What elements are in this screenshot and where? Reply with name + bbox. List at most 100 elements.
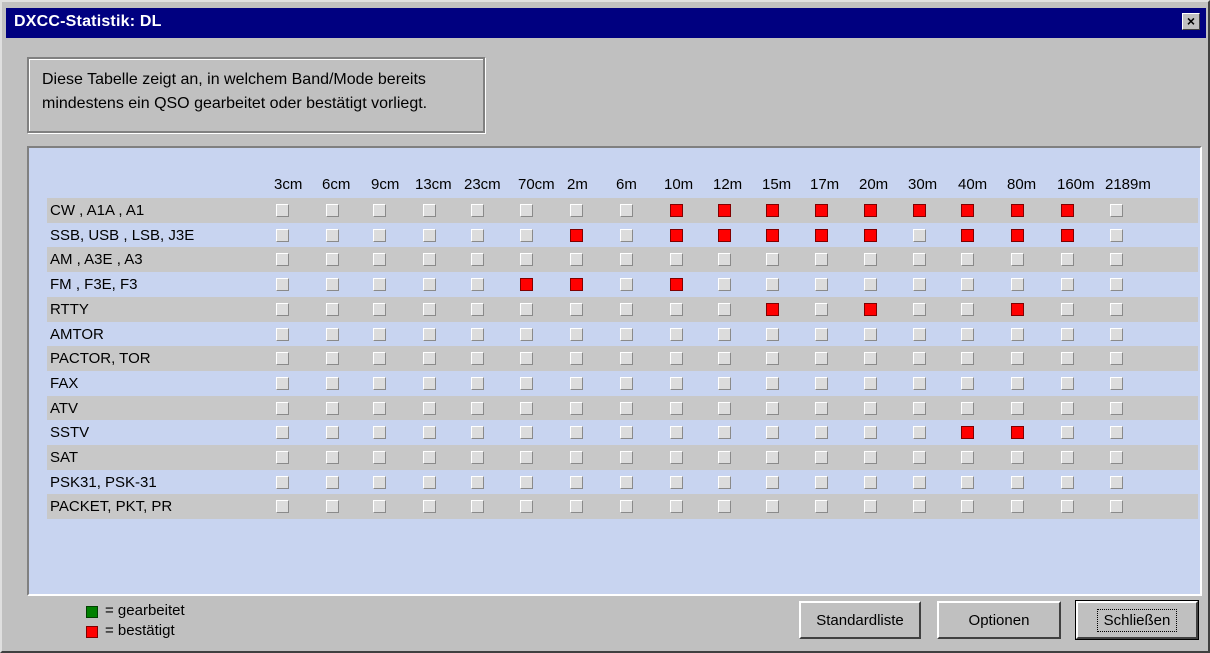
status-cell-23cm[interactable]	[471, 451, 484, 464]
status-cell-12m[interactable]	[718, 500, 731, 514]
status-cell-10m[interactable]	[670, 302, 683, 316]
status-cell-160m[interactable]	[1061, 451, 1074, 464]
status-cell-6m[interactable]	[620, 327, 633, 341]
status-cell-2189m[interactable]	[1110, 278, 1123, 292]
status-cell-13cm[interactable]	[423, 475, 436, 489]
status-cell-12m[interactable]	[718, 352, 731, 366]
status-cell-12m[interactable]	[718, 302, 731, 316]
status-cell-10m[interactable]	[670, 278, 683, 292]
status-cell-10m[interactable]	[670, 500, 683, 514]
status-cell-30m[interactable]	[913, 228, 926, 242]
status-cell-70cm[interactable]	[520, 302, 533, 316]
status-cell-30m[interactable]	[913, 475, 926, 489]
status-cell-15m[interactable]	[766, 204, 779, 217]
status-cell-20m[interactable]	[864, 253, 877, 267]
status-cell-80m[interactable]	[1011, 302, 1024, 316]
status-cell-70cm[interactable]	[520, 475, 533, 489]
status-cell-9cm[interactable]	[373, 327, 386, 341]
status-cell-6m[interactable]	[620, 475, 633, 489]
status-cell-9cm[interactable]	[373, 302, 386, 316]
status-cell-40m[interactable]	[961, 204, 974, 217]
status-cell-17m[interactable]	[815, 278, 828, 292]
status-cell-15m[interactable]	[766, 376, 779, 390]
status-cell-23cm[interactable]	[471, 352, 484, 366]
status-cell-20m[interactable]	[864, 401, 877, 415]
status-cell-20m[interactable]	[864, 451, 877, 464]
status-cell-30m[interactable]	[913, 376, 926, 390]
status-cell-2m[interactable]	[570, 228, 583, 242]
status-cell-6m[interactable]	[620, 426, 633, 440]
status-cell-40m[interactable]	[961, 376, 974, 390]
status-cell-17m[interactable]	[815, 302, 828, 316]
status-cell-80m[interactable]	[1011, 475, 1024, 489]
status-cell-40m[interactable]	[961, 451, 974, 464]
status-cell-6cm[interactable]	[326, 475, 339, 489]
status-cell-3cm[interactable]	[276, 204, 289, 217]
status-cell-2189m[interactable]	[1110, 204, 1123, 217]
status-cell-40m[interactable]	[961, 426, 974, 440]
status-cell-2189m[interactable]	[1110, 228, 1123, 242]
status-cell-20m[interactable]	[864, 278, 877, 292]
status-cell-17m[interactable]	[815, 426, 828, 440]
status-cell-12m[interactable]	[718, 253, 731, 267]
status-cell-17m[interactable]	[815, 327, 828, 341]
status-cell-40m[interactable]	[961, 352, 974, 366]
status-cell-6m[interactable]	[620, 204, 633, 217]
status-cell-20m[interactable]	[864, 352, 877, 366]
options-button[interactable]: Optionen	[937, 601, 1061, 639]
status-cell-20m[interactable]	[864, 228, 877, 242]
status-cell-12m[interactable]	[718, 327, 731, 341]
status-cell-160m[interactable]	[1061, 500, 1074, 514]
status-cell-3cm[interactable]	[276, 401, 289, 415]
status-cell-160m[interactable]	[1061, 426, 1074, 440]
status-cell-30m[interactable]	[913, 451, 926, 464]
status-cell-40m[interactable]	[961, 327, 974, 341]
status-cell-20m[interactable]	[864, 500, 877, 514]
status-cell-70cm[interactable]	[520, 352, 533, 366]
status-cell-2m[interactable]	[570, 401, 583, 415]
status-cell-17m[interactable]	[815, 352, 828, 366]
status-cell-12m[interactable]	[718, 228, 731, 242]
status-cell-9cm[interactable]	[373, 401, 386, 415]
status-cell-40m[interactable]	[961, 401, 974, 415]
status-cell-40m[interactable]	[961, 278, 974, 292]
status-cell-6m[interactable]	[620, 302, 633, 316]
standard-list-button[interactable]: Standardliste	[799, 601, 921, 639]
status-cell-9cm[interactable]	[373, 278, 386, 292]
status-cell-12m[interactable]	[718, 451, 731, 464]
status-cell-30m[interactable]	[913, 426, 926, 440]
status-cell-23cm[interactable]	[471, 278, 484, 292]
status-cell-3cm[interactable]	[276, 426, 289, 440]
status-cell-12m[interactable]	[718, 426, 731, 440]
status-cell-20m[interactable]	[864, 475, 877, 489]
status-cell-10m[interactable]	[670, 475, 683, 489]
status-cell-80m[interactable]	[1011, 228, 1024, 242]
status-cell-2m[interactable]	[570, 376, 583, 390]
status-cell-15m[interactable]	[766, 500, 779, 514]
status-cell-70cm[interactable]	[520, 278, 533, 292]
status-cell-80m[interactable]	[1011, 253, 1024, 267]
status-cell-15m[interactable]	[766, 426, 779, 440]
status-cell-10m[interactable]	[670, 376, 683, 390]
status-cell-3cm[interactable]	[276, 376, 289, 390]
status-cell-80m[interactable]	[1011, 278, 1024, 292]
status-cell-3cm[interactable]	[276, 302, 289, 316]
status-cell-70cm[interactable]	[520, 204, 533, 217]
status-cell-13cm[interactable]	[423, 352, 436, 366]
status-cell-17m[interactable]	[815, 401, 828, 415]
status-cell-40m[interactable]	[961, 475, 974, 489]
status-cell-6m[interactable]	[620, 228, 633, 242]
status-cell-2m[interactable]	[570, 278, 583, 292]
status-cell-6m[interactable]	[620, 253, 633, 267]
status-cell-2189m[interactable]	[1110, 327, 1123, 341]
status-cell-6cm[interactable]	[326, 302, 339, 316]
status-cell-70cm[interactable]	[520, 500, 533, 514]
status-cell-70cm[interactable]	[520, 451, 533, 464]
status-cell-23cm[interactable]	[471, 204, 484, 217]
status-cell-30m[interactable]	[913, 253, 926, 267]
status-cell-9cm[interactable]	[373, 352, 386, 366]
status-cell-80m[interactable]	[1011, 327, 1024, 341]
status-cell-6cm[interactable]	[326, 401, 339, 415]
status-cell-160m[interactable]	[1061, 327, 1074, 341]
status-cell-6m[interactable]	[620, 451, 633, 464]
